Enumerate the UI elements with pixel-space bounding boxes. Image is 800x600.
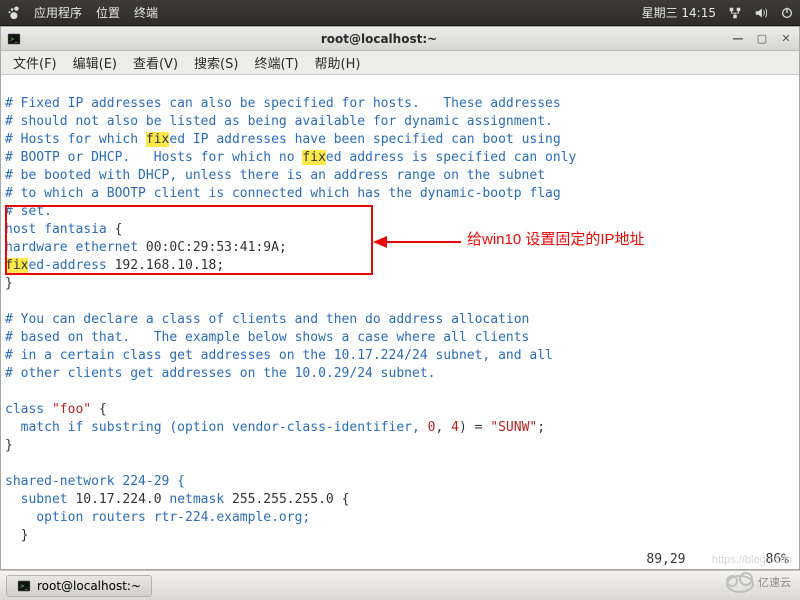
netmask-kw: netmask	[162, 492, 232, 507]
menu-view[interactable]: 查看(V)	[127, 51, 184, 74]
mac-address: 00:0C:29:53:41:9A	[146, 240, 279, 255]
comment-line: # BOOTP or DHCP. Hosts for which no	[5, 150, 302, 165]
comment-line: ed address is specified can only	[326, 150, 576, 165]
class-kw: class	[5, 402, 52, 417]
menu-search[interactable]: 搜索(S)	[188, 51, 244, 74]
svg-text:>_: >_	[20, 582, 29, 589]
subnet-ip: 10.17.224.0	[75, 492, 161, 507]
fixed-addr-kw: ed-address	[28, 258, 114, 273]
taskbar-item[interactable]: >_ root@localhost:~	[6, 575, 152, 597]
comment-line: # in a certain class get addresses on th…	[5, 348, 553, 363]
gnome-foot-icon	[6, 6, 20, 20]
menubar: 文件(F) 编辑(E) 查看(V) 搜索(S) 终端(T) 帮助(H)	[1, 51, 799, 75]
comment-line: # set.	[5, 204, 52, 219]
subnet-kw: subnet	[5, 492, 75, 507]
minimize-button[interactable]: —	[731, 32, 745, 46]
comment-line: # to which a BOOTP client is connected w…	[5, 186, 561, 201]
menu-places[interactable]: 位置	[96, 4, 120, 21]
string-sunw: "SUNW"	[490, 420, 537, 435]
close-brace: }	[5, 438, 13, 453]
terminal-icon: >_	[17, 579, 31, 593]
comment-line: # should not also be listed as being ava…	[5, 114, 553, 129]
taskbar: >_ root@localhost:~	[0, 570, 800, 600]
close-brace: }	[5, 276, 13, 291]
close-brace: }	[5, 528, 28, 543]
menu-terminal[interactable]: 终端	[134, 4, 158, 21]
comment-line: # Hosts for which	[5, 132, 146, 147]
code-line: host fantasia	[5, 222, 115, 237]
shared-net-line: shared-network 224-29 {	[5, 474, 185, 489]
network-icon[interactable]	[728, 6, 742, 20]
hardware-line: hardware ethernet	[5, 240, 146, 255]
menu-help[interactable]: 帮助(H)	[309, 51, 367, 74]
comment-line: ed IP addresses have been specified can …	[169, 132, 560, 147]
menu-applications[interactable]: 应用程序	[34, 4, 82, 21]
annotation-text: 给win10 设置固定的IP地址	[467, 231, 645, 249]
terminal-window: >_ root@localhost:~ — ▢ ✕ 文件(F) 编辑(E) 查看…	[0, 26, 800, 570]
brace: {	[91, 402, 107, 417]
terminal-content[interactable]: # Fixed IP addresses can also be specifi…	[1, 75, 799, 549]
close-button[interactable]: ✕	[779, 32, 793, 46]
power-icon[interactable]	[780, 6, 794, 20]
comment-line: # be booted with DHCP, unless there is a…	[5, 168, 545, 183]
netmask-ip: 255.255.255.0	[232, 492, 334, 507]
titlebar[interactable]: >_ root@localhost:~ — ▢ ✕	[1, 27, 799, 51]
volume-icon[interactable]	[754, 6, 768, 20]
comment-line: # You can declare a class of clients and…	[5, 312, 529, 327]
highlight-fix: fix	[302, 150, 325, 165]
highlight-fix: fix	[5, 258, 28, 273]
menu-file[interactable]: 文件(F)	[7, 51, 63, 74]
menu-terminal-menu[interactable]: 终端(T)	[248, 51, 304, 74]
semicolon: ;	[537, 420, 545, 435]
num: 4	[451, 420, 459, 435]
paren: ) =	[459, 420, 490, 435]
yisu-logo: 亿速云	[722, 568, 794, 594]
semicolon: ;	[216, 258, 224, 273]
comment-line: # Fixed IP addresses can also be specifi…	[5, 96, 561, 111]
semicolon: ;	[279, 240, 287, 255]
match-line: match if substring (option vendor-class-…	[5, 420, 428, 435]
ip-address: 192.168.10.18	[115, 258, 217, 273]
terminal-app-icon: >_	[7, 32, 21, 46]
vim-statusline: 89,29 86%	[1, 549, 799, 569]
window-title: root@localhost:~	[27, 32, 731, 46]
brace: {	[115, 222, 123, 237]
class-name: "foo"	[52, 402, 91, 417]
brace: {	[334, 492, 350, 507]
comment-line: # other clients get addresses on the 10.…	[5, 366, 435, 381]
maximize-button[interactable]: ▢	[755, 32, 769, 46]
cursor-position: 89,29	[646, 552, 685, 567]
watermark-text: https://blog.csdn	[712, 554, 792, 566]
clock[interactable]: 星期三 14:15	[642, 4, 716, 21]
annotation-arrow	[373, 233, 463, 251]
gnome-top-panel: 应用程序 位置 终端 星期三 14:15	[0, 0, 800, 26]
comment-line: # based on that. The example below shows…	[5, 330, 529, 345]
taskbar-item-label: root@localhost:~	[37, 579, 141, 593]
menu-edit[interactable]: 编辑(E)	[67, 51, 123, 74]
svg-text:>_: >_	[10, 35, 19, 42]
logo-text: 亿速云	[758, 576, 791, 589]
comma: ,	[435, 420, 451, 435]
highlight-fix: fix	[146, 132, 169, 147]
option-line: option routers rtr-224.example.org;	[5, 510, 310, 525]
